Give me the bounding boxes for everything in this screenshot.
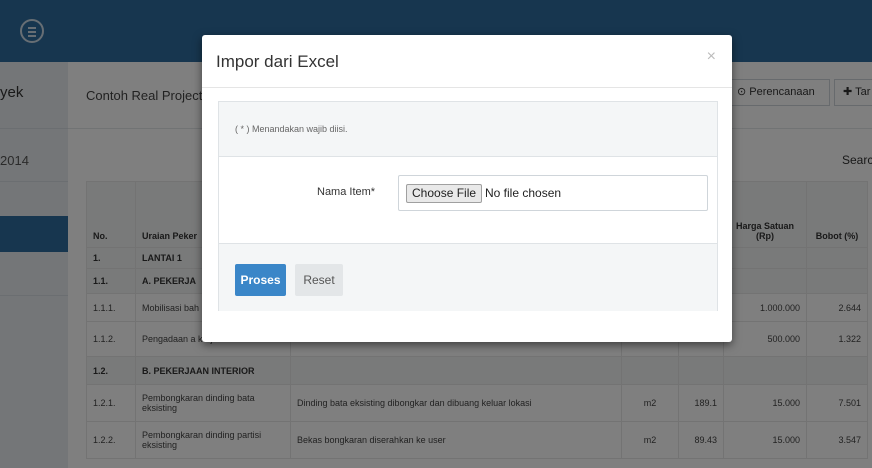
choose-file-button[interactable]: Choose File xyxy=(406,184,483,203)
form-panel: ( * ) Menandakan wajib diisi. Nama Item*… xyxy=(218,101,718,311)
proses-button[interactable]: Proses xyxy=(235,264,286,296)
required-note-box: ( * ) Menandakan wajib diisi. xyxy=(219,102,717,157)
modal-header-divider xyxy=(202,87,732,88)
modal-title: Impor dari Excel xyxy=(216,52,339,71)
reset-button[interactable]: Reset xyxy=(295,264,343,296)
import-excel-modal: Impor dari Excel × ( * ) Menandakan waji… xyxy=(202,35,732,342)
form-footer: Proses Reset xyxy=(219,243,717,311)
nama-item-label: Nama Item* xyxy=(317,186,376,198)
file-input[interactable]: Choose File No file chosen xyxy=(398,175,708,211)
close-icon[interactable]: × xyxy=(707,48,716,66)
file-status: No file chosen xyxy=(485,186,562,200)
required-note: ( * ) Menandakan wajib diisi. xyxy=(235,124,348,134)
